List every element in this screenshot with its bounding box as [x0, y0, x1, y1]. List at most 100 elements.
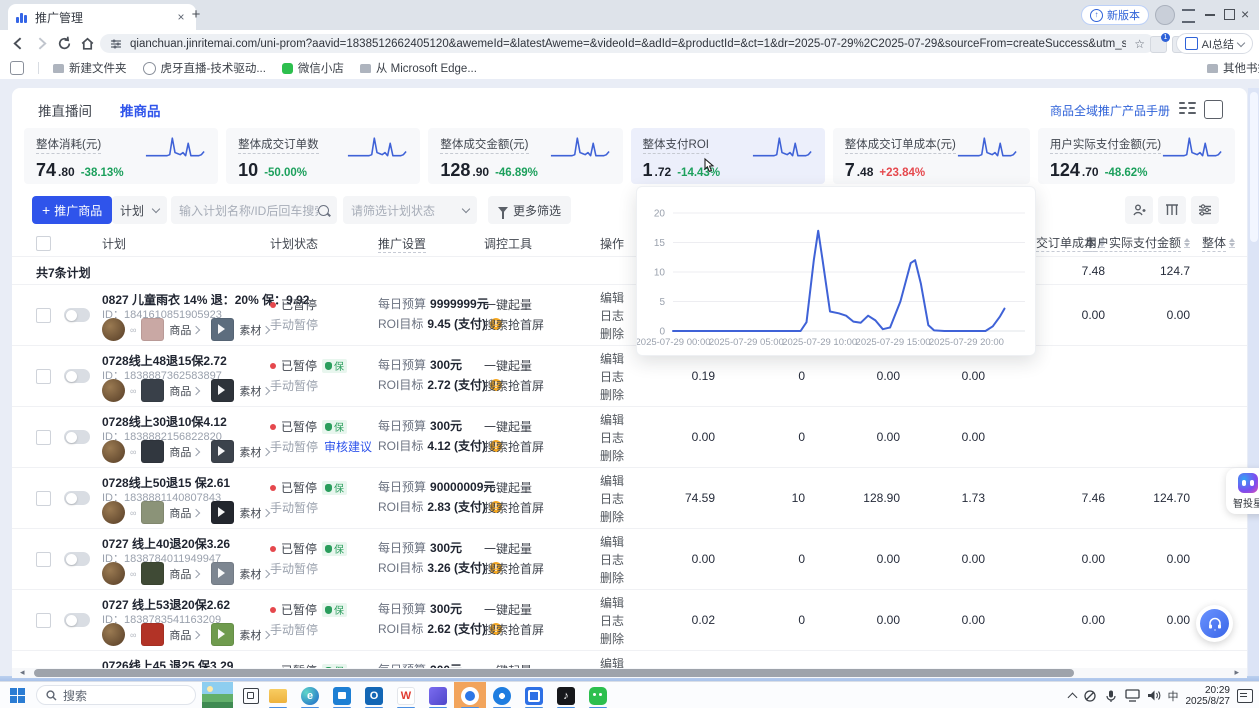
tray-expand-icon[interactable]	[1067, 692, 1077, 702]
network-icon[interactable]	[1125, 689, 1140, 702]
notification-center-icon[interactable]	[1237, 689, 1253, 703]
grab-screen-button[interactable]: 搜索抢首屏	[484, 438, 544, 455]
edit-button[interactable]: 编辑	[600, 594, 624, 611]
url-box[interactable]: qianchuan.jinritemai.com/uni-prom?aavid=…	[100, 34, 1155, 53]
promote-product-button[interactable]: 推广商品	[32, 196, 112, 224]
plan-type-select[interactable]: 计划	[112, 196, 167, 224]
row-checkbox[interactable]	[36, 430, 51, 445]
taskbar-app-wechat[interactable]	[582, 682, 614, 708]
other-bookmarks[interactable]: 其他书签	[1207, 60, 1259, 76]
stat-card[interactable]: 用户实际支付金额(元)124.70-48.62%	[1038, 128, 1235, 184]
delete-button[interactable]: 删除	[600, 569, 624, 586]
delete-button[interactable]: 删除	[600, 508, 624, 525]
grab-screen-button[interactable]: 搜索抢首屏	[484, 621, 544, 638]
new-tab-button[interactable]	[188, 7, 204, 23]
taskbar-app-outlook[interactable]: O	[358, 682, 390, 708]
product-thumbnail[interactable]	[141, 623, 164, 646]
browser-tab[interactable]: 推广管理	[8, 4, 196, 30]
customer-service-fab[interactable]	[1196, 605, 1233, 642]
material-link[interactable]: 素材	[239, 566, 261, 582]
row-checkbox[interactable]	[36, 552, 51, 567]
side-panel-icon[interactable]	[10, 61, 24, 75]
delete-button[interactable]: 删除	[600, 325, 624, 342]
microphone-icon[interactable]	[1104, 689, 1118, 703]
material-thumbnail[interactable]	[211, 379, 234, 402]
stat-card[interactable]: 整体支付ROI1.72-14.43%	[631, 128, 825, 184]
boost-button[interactable]: 一键起量	[484, 601, 532, 618]
bookmark-item[interactable]: 从 Microsoft Edge...	[360, 60, 477, 76]
row-checkbox[interactable]	[36, 491, 51, 506]
window-minimize-button[interactable]	[1205, 14, 1215, 16]
new-version-badge[interactable]: 新版本	[1081, 5, 1149, 25]
more-filters-button[interactable]: 更多筛选	[488, 196, 571, 224]
tab-products[interactable]: 推商品	[120, 100, 161, 120]
edit-button[interactable]: 编辑	[600, 411, 624, 428]
edit-button[interactable]: 编辑	[600, 350, 624, 367]
start-button[interactable]	[10, 688, 25, 703]
settings-sliders-icon[interactable]	[1191, 196, 1219, 224]
plan-status-select[interactable]: 请筛选计划状态	[343, 196, 477, 224]
material-link[interactable]: 素材	[239, 383, 261, 399]
scroll-right-icon[interactable]	[1234, 667, 1239, 678]
volume-icon[interactable]	[1147, 689, 1161, 702]
material-link[interactable]: 素材	[239, 322, 261, 338]
product-link[interactable]: 商品	[169, 383, 191, 399]
plan-enable-toggle[interactable]	[64, 552, 90, 566]
browser-profile-avatar[interactable]	[1155, 5, 1175, 25]
custom-columns-icon[interactable]	[1158, 196, 1186, 224]
extension-icon[interactable]: 1	[1150, 36, 1167, 53]
product-link[interactable]: 商品	[169, 322, 191, 338]
material-thumbnail[interactable]	[211, 501, 234, 524]
delete-button[interactable]: 删除	[600, 630, 624, 647]
plan-enable-toggle[interactable]	[64, 430, 90, 444]
grab-screen-button[interactable]: 搜索抢首屏	[484, 499, 544, 516]
plan-enable-toggle[interactable]	[64, 308, 90, 322]
taskbar-app-active-chat-app[interactable]	[454, 682, 486, 708]
search-icon[interactable]	[318, 205, 329, 216]
taskbar-search[interactable]: 搜索	[36, 685, 196, 705]
site-settings-icon[interactable]	[110, 38, 122, 50]
material-link[interactable]: 素材	[239, 444, 261, 460]
taskbar-app-purple-app[interactable]	[422, 682, 454, 708]
plan-enable-toggle[interactable]	[64, 491, 90, 505]
audience-icon[interactable]	[1125, 196, 1153, 224]
boost-button[interactable]: 一键起量	[484, 296, 532, 313]
scroll-left-icon[interactable]	[20, 667, 25, 678]
product-thumbnail[interactable]	[141, 562, 164, 585]
edit-button[interactable]: 编辑	[600, 533, 624, 550]
delete-button[interactable]: 删除	[600, 447, 624, 464]
material-thumbnail[interactable]	[211, 318, 234, 341]
stat-card[interactable]: 整体成交金额(元)128.90-46.89%	[428, 128, 622, 184]
row-checkbox[interactable]	[36, 369, 51, 384]
log-button[interactable]: 日志	[600, 368, 624, 385]
row-checkbox[interactable]	[36, 613, 51, 628]
column-header-numeric[interactable]: 用户实际支付金额	[1117, 234, 1202, 252]
ai-summary-button[interactable]: AI总结	[1176, 33, 1253, 54]
stat-card[interactable]: 整体成交订单数10-50.00%	[226, 128, 420, 184]
sort-icon[interactable]	[1184, 238, 1190, 248]
column-header-status[interactable]: 计划状态	[270, 235, 318, 252]
edit-button[interactable]: 编辑	[600, 289, 624, 306]
material-thumbnail[interactable]	[211, 623, 234, 646]
task-view-icon[interactable]	[243, 688, 259, 704]
material-thumbnail[interactable]	[211, 440, 234, 463]
back-icon[interactable]	[10, 35, 27, 52]
row-checkbox[interactable]	[36, 308, 51, 323]
log-button[interactable]: 日志	[600, 307, 624, 324]
column-header-setting[interactable]: 推广设置	[378, 235, 426, 253]
smart-assistant-widget[interactable]: 智投星	[1226, 468, 1259, 514]
url-text[interactable]: qianchuan.jinritemai.com/uni-prom?aavid=…	[130, 38, 1126, 50]
stat-card[interactable]: 整体消耗(元)74.80-38.13%	[24, 128, 218, 184]
vertical-scrollbar[interactable]	[1248, 88, 1259, 676]
product-link[interactable]: 商品	[169, 444, 191, 460]
ime-indicator[interactable]: 中	[1168, 688, 1179, 704]
weather-widget[interactable]	[202, 682, 233, 708]
taskbar-app-edge-browser[interactable]: e	[294, 682, 326, 708]
log-button[interactable]: 日志	[600, 429, 624, 446]
product-manual-link[interactable]: 商品全域推广产品手册	[1050, 102, 1170, 119]
column-header-tools[interactable]: 调控工具	[484, 235, 532, 252]
log-button[interactable]: 日志	[600, 551, 624, 568]
material-link[interactable]: 素材	[239, 627, 261, 643]
boost-button[interactable]: 一键起量	[484, 418, 532, 435]
fullscreen-icon[interactable]	[1204, 100, 1223, 119]
